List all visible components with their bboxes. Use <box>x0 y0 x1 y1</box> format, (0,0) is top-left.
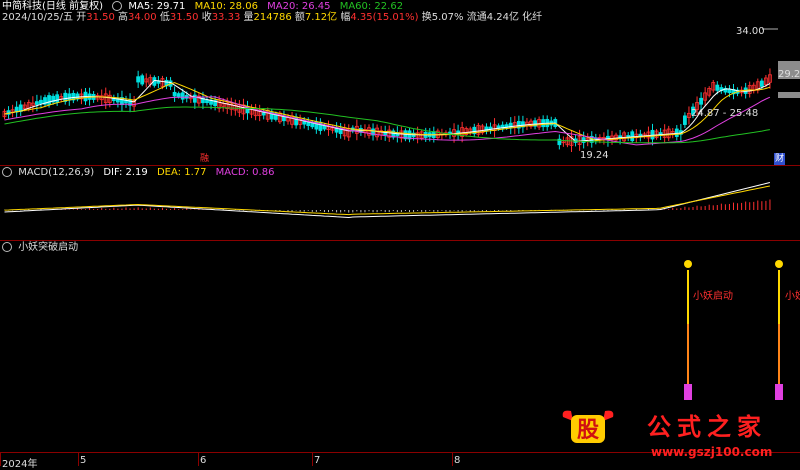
indicator-title: 小妖突破启动 <box>18 242 79 253</box>
dif-line <box>4 182 771 219</box>
watermark-logo-char: 股 <box>577 418 599 443</box>
candle-body <box>261 112 266 116</box>
close-label: 收 <box>201 12 212 23</box>
signal-coin-icon <box>684 260 692 268</box>
vol-label: 量 <box>243 12 254 23</box>
candle-body <box>180 92 185 100</box>
candle-body <box>67 93 72 101</box>
candle-body <box>302 121 307 125</box>
kline-chart-window[interactable]: 中简科技(日线 前复权) MA5: 29.71 MA10: 28.06 MA20… <box>0 0 800 470</box>
axis-tick-label: 2024年 <box>2 459 38 470</box>
candle-body <box>699 97 703 105</box>
candle-body <box>192 94 197 103</box>
candle-body <box>124 100 128 104</box>
ma20-label: MA20: 26.45 <box>267 1 331 12</box>
watermark: 股 公式之家 www.gszj100.com <box>555 405 800 466</box>
change-label: 幅 <box>340 12 351 23</box>
axis-tick <box>312 452 313 466</box>
signal-coin-icon <box>775 260 783 268</box>
candle-body <box>674 128 679 137</box>
axis-tick <box>198 452 199 466</box>
vol-value: 214786 <box>253 12 292 23</box>
axis-tick-label: 5 <box>80 455 87 466</box>
axis-tick <box>0 452 1 466</box>
watermark-url: www.gszj100.com <box>651 445 773 459</box>
axis-tick-label: 6 <box>200 455 207 466</box>
candle-body <box>759 80 764 87</box>
concept-value: 化纤 <box>522 12 543 23</box>
candle-body <box>140 75 145 85</box>
open-label: 开 <box>76 12 87 23</box>
signal-label-1: 小妖启动 <box>693 291 733 302</box>
candle-body <box>205 99 209 104</box>
high-price-label: 34.00 <box>736 26 765 37</box>
marker-rong: 融 <box>200 154 210 164</box>
low-value: 31.50 <box>169 12 199 23</box>
axis-tick-label: 7 <box>314 455 321 466</box>
low-price-label: 19.24 <box>580 150 609 161</box>
ma5-label: MA5: 29.71 <box>128 1 186 12</box>
close-value: 33.33 <box>211 12 241 23</box>
candle-body <box>715 84 720 91</box>
signal-base-bar <box>684 384 692 400</box>
candle-body <box>508 122 513 129</box>
axis-tick-label: 8 <box>454 455 461 466</box>
axis-tick <box>78 452 79 466</box>
macd-panel[interactable] <box>0 178 800 240</box>
amount-value: 7.12亿 <box>304 12 338 23</box>
watermark-logo-icon: 股 <box>559 407 617 447</box>
high-label: 高 <box>118 12 129 23</box>
high-value: 34.00 <box>128 12 157 23</box>
quote-row: 2024/10/25/五 开31.50 高34.00 低31.50 收33.33… <box>2 12 542 24</box>
candle-body <box>727 89 732 94</box>
candle-body <box>630 131 635 142</box>
watermark-name: 公式之家 <box>647 413 767 441</box>
candle-body <box>136 76 141 83</box>
macd-toggle-icon[interactable] <box>2 167 12 177</box>
candle-body <box>172 91 177 97</box>
candle-body <box>35 101 39 105</box>
candle-body <box>47 95 51 105</box>
right-price-label: 29.25 <box>778 69 800 80</box>
candle-body <box>176 93 181 97</box>
panel-separator-1 <box>0 165 800 166</box>
amount-label: 额 <box>294 12 305 23</box>
price-panel[interactable] <box>0 24 800 166</box>
stock-name: 中简科技(日线 前复权) <box>2 1 103 12</box>
candle-body <box>39 99 43 105</box>
candle-body <box>55 94 60 103</box>
range-price-label: 24.87 - 25.48 <box>691 108 759 119</box>
price-range-box <box>778 92 800 98</box>
float-value: 流通4.24亿 <box>466 12 519 23</box>
macd-title: MACD(12,26,9) <box>18 167 95 178</box>
low-label: 低 <box>159 12 170 23</box>
signal-label-2: 小妖 <box>785 291 800 302</box>
indicator-header: 小妖突破启动 <box>2 242 78 254</box>
turnover-value: 换5.07% <box>421 12 464 23</box>
axis-tick <box>452 452 453 466</box>
ma60-label: MA60: 22.62 <box>339 1 404 12</box>
dif-label: DIF: 2.19 <box>103 167 148 178</box>
indicator-toggle-icon[interactable] <box>2 242 12 252</box>
ma10-label: MA10: 28.06 <box>194 1 258 12</box>
quote-date: 2024/10/25/五 <box>2 12 74 23</box>
candle-body <box>683 115 687 125</box>
candle-body <box>650 129 655 140</box>
signal-base-bar <box>775 384 783 400</box>
macd-label: MACD: 0.86 <box>215 167 275 178</box>
open-value: 31.50 <box>86 12 115 23</box>
ma-toggle-icon[interactable] <box>112 1 123 11</box>
panel-separator-2 <box>0 240 800 241</box>
dea-label: DEA: 1.77 <box>156 167 207 178</box>
marker-cai: 财 <box>774 153 786 165</box>
change-value: 4.35(15.01%) <box>350 12 419 23</box>
